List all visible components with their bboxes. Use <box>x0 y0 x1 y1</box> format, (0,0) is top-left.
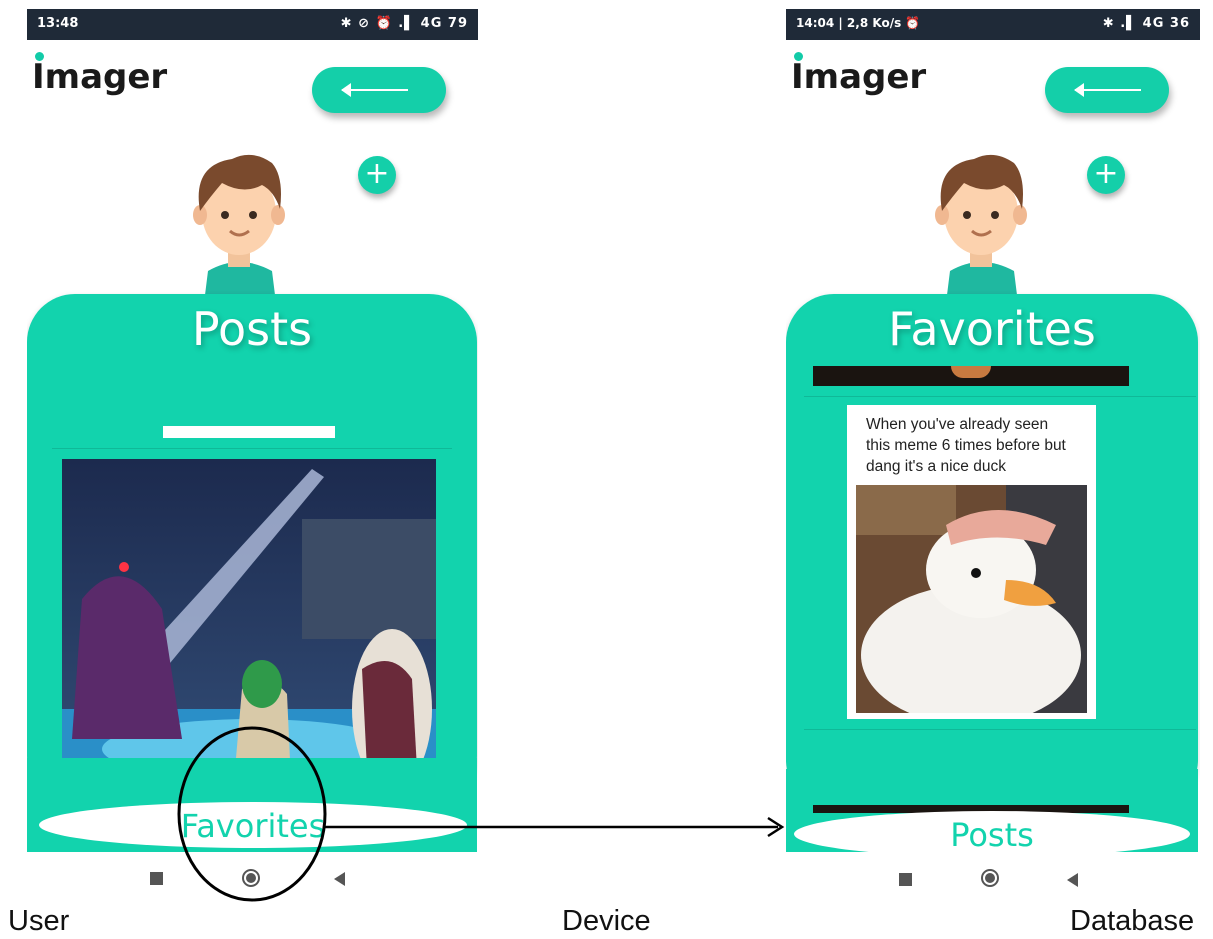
caption-database: Database <box>1070 905 1195 937</box>
caption-user: User <box>8 905 70 937</box>
highlight-circle <box>177 726 327 902</box>
annotation-overlay <box>177 726 785 902</box>
caption-device: Device <box>562 905 651 937</box>
